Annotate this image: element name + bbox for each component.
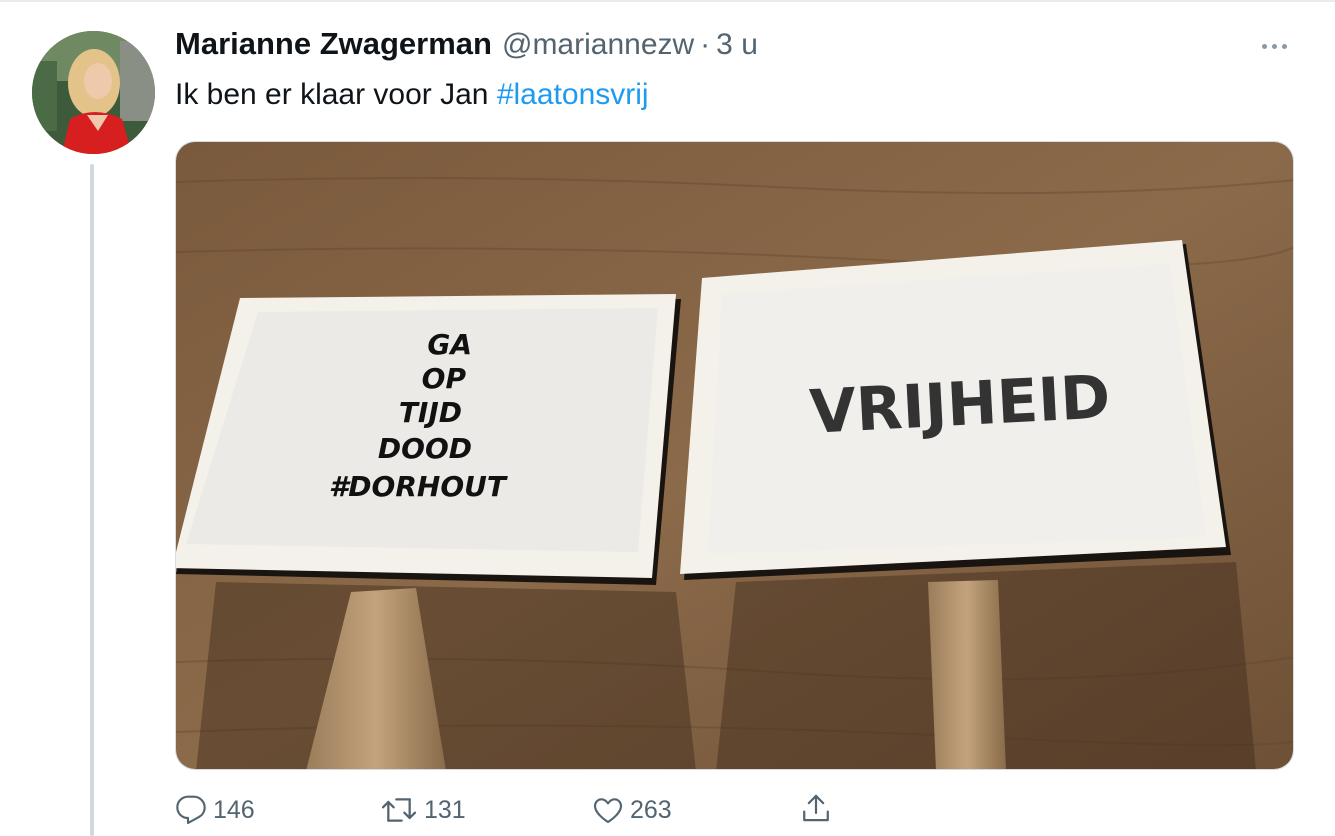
avatar[interactable] [32, 31, 155, 154]
retweet-count: 131 [424, 795, 466, 824]
share-button[interactable] [800, 792, 832, 826]
like-count: 263 [630, 795, 672, 824]
like-button[interactable]: 263 [592, 794, 672, 826]
hashtag-link[interactable]: #laatonsvrij [497, 78, 649, 111]
tweet-text: Ik ben er klaar voor Jan #laatonsvrij [175, 78, 649, 112]
reply-button[interactable]: 146 [175, 794, 255, 826]
reply-icon [176, 795, 206, 825]
share-icon [803, 794, 829, 822]
top-divider [0, 0, 1335, 2]
reply-count: 146 [213, 795, 255, 824]
avatar-image [32, 31, 155, 154]
timestamp[interactable]: 3 u [716, 28, 758, 62]
tweet-text-body: Ik ben er klaar voor Jan [175, 78, 497, 111]
sign-line-1: GA [427, 328, 472, 361]
author-handle[interactable]: @mariannezw [502, 28, 694, 62]
like-icon [593, 798, 623, 824]
tweet-actions: 146 131 263 [0, 790, 1335, 830]
tweet-header: Marianne Zwagerman @mariannezw · 3 u [175, 26, 758, 66]
tweet-photo[interactable]: GA OP TIJD DOOD #DORHOUT VRIJHEID [175, 141, 1294, 770]
author-name[interactable]: Marianne Zwagerman [175, 26, 492, 62]
thread-line [90, 164, 94, 836]
photo-illustration: GA OP TIJD DOOD #DORHOUT VRIJHEID [176, 142, 1293, 769]
more-icon[interactable] [1262, 36, 1292, 56]
separator-dot: · [700, 28, 711, 61]
sign-line-3: TIJD [399, 396, 462, 429]
sign-line-5: #DORHOUT [329, 470, 508, 503]
sign-line-4: DOOD [378, 432, 472, 465]
retweet-icon [381, 798, 417, 822]
sign-line-2: OP [422, 362, 467, 395]
retweet-button[interactable]: 131 [380, 794, 466, 826]
